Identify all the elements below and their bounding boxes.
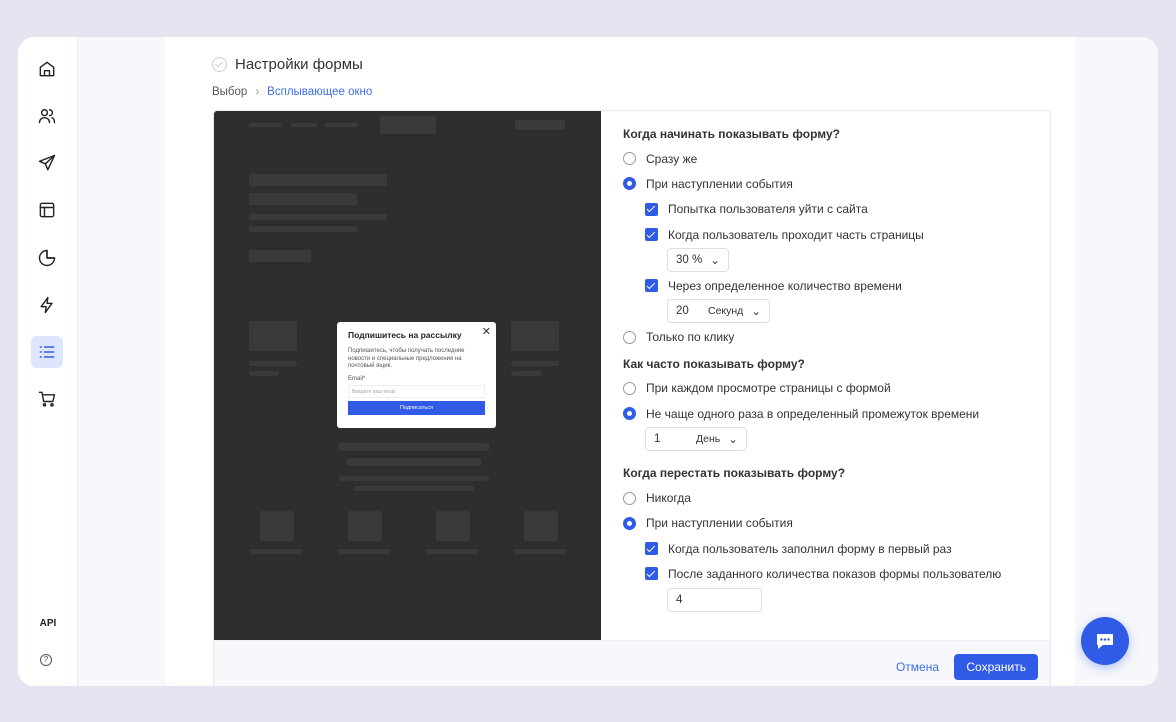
time-unit[interactable]: Секунд bbox=[708, 305, 743, 317]
label: Сразу же bbox=[646, 151, 698, 166]
layout-icon bbox=[39, 202, 55, 218]
label: Попытка пользователя уйти с сайта bbox=[668, 202, 868, 217]
chevron-down-icon: ⌄ bbox=[710, 255, 720, 268]
checkbox-checked-icon bbox=[645, 567, 658, 581]
radio-icon bbox=[623, 381, 636, 395]
nav-analytics[interactable] bbox=[31, 242, 63, 274]
radio-checked-icon bbox=[623, 516, 636, 530]
chat-button[interactable] bbox=[1081, 617, 1129, 665]
page-title: Настройки формы bbox=[212, 56, 363, 73]
q-start: Когда начинать показывать форму? bbox=[623, 127, 840, 141]
radio-every-view[interactable]: При каждом просмотре страницы с формой bbox=[623, 376, 1001, 401]
cancel-button[interactable]: Отмена bbox=[896, 660, 939, 674]
scroll-percent-select[interactable]: 30 % ⌄ bbox=[667, 248, 729, 273]
checkbox-filled-form[interactable]: Когда пользователь заполнил форму в перв… bbox=[623, 536, 1001, 561]
time-value-input[interactable]: 20 bbox=[676, 305, 700, 317]
close-icon: ✕ bbox=[481, 326, 491, 338]
popup-email-label: Email* bbox=[348, 375, 366, 382]
popup-subscribe-button: Подписаться bbox=[348, 400, 485, 415]
cart-icon bbox=[38, 391, 56, 407]
main-content: Настройки формы Выбор › Всплывающее окно ✕… bbox=[165, 37, 1075, 686]
show-count-input[interactable]: 4 bbox=[667, 587, 762, 612]
checkbox-checked-icon bbox=[645, 202, 658, 216]
checkbox-exit-intent[interactable]: Попытка пользователя уйти с сайта bbox=[623, 197, 1001, 222]
popup-title: Подпишитесь на рассылку bbox=[348, 330, 462, 340]
period-select[interactable]: 1 День ⌄ bbox=[645, 427, 747, 452]
period-value-input[interactable]: 1 bbox=[654, 433, 688, 445]
nav-templates[interactable] bbox=[31, 194, 63, 226]
breadcrumb-choice[interactable]: Выбор bbox=[212, 86, 247, 98]
radio-checked-icon bbox=[623, 177, 636, 191]
radio-never[interactable]: Никогда bbox=[623, 485, 1001, 510]
nav-forms[interactable] bbox=[31, 336, 63, 368]
nav-automation[interactable] bbox=[31, 289, 63, 321]
label: При наступлении события bbox=[646, 516, 793, 531]
label: При наступлении события bbox=[646, 176, 793, 191]
api-link[interactable]: API bbox=[18, 618, 78, 629]
radio-on-click[interactable]: Только по клику bbox=[623, 324, 1001, 349]
help-icon[interactable]: ? bbox=[40, 654, 52, 666]
popup-preview: ✕ Подпишитесь на рассылку Подпишитесь, ч… bbox=[337, 322, 496, 428]
list-icon bbox=[39, 346, 55, 358]
send-icon bbox=[38, 154, 56, 171]
q-stop: Когда перестать показывать форму? bbox=[623, 466, 846, 481]
breadcrumb-current[interactable]: Всплывающее окно bbox=[267, 86, 372, 98]
display-settings: Когда начинать показывать форму? Сразу ж… bbox=[623, 127, 1001, 613]
nav-home[interactable] bbox=[31, 53, 63, 85]
radio-icon bbox=[623, 330, 636, 344]
pie-chart-icon bbox=[38, 249, 56, 267]
chevron-right-icon: › bbox=[255, 86, 260, 98]
nav-ecommerce[interactable] bbox=[31, 383, 63, 415]
label: После заданного количества показов формы… bbox=[668, 566, 1002, 581]
label: Только по клику bbox=[646, 330, 735, 345]
popup-email-input: Введите ваш email bbox=[348, 384, 485, 398]
label: Когда пользователь проходит часть страни… bbox=[668, 227, 924, 242]
radio-checked-icon bbox=[623, 407, 636, 421]
checkbox-show-count[interactable]: После заданного количества показов формы… bbox=[623, 561, 1001, 586]
chevron-down-icon: ⌄ bbox=[751, 306, 761, 319]
users-icon bbox=[38, 109, 56, 124]
label: Не чаще одного раза в определенный проме… bbox=[646, 406, 980, 421]
label: При каждом просмотре страницы с формой bbox=[646, 381, 891, 396]
period-unit[interactable]: День bbox=[696, 433, 720, 445]
checkbox-time[interactable]: Через определенное количество времени bbox=[623, 273, 1001, 298]
label: Никогда bbox=[646, 491, 691, 506]
nav-users[interactable] bbox=[31, 100, 63, 132]
checkbox-checked-icon bbox=[645, 542, 658, 556]
nav-campaigns[interactable] bbox=[31, 147, 63, 179]
sidebar: API ? bbox=[18, 37, 78, 686]
form-settings-card: ✕ Подпишитесь на рассылку Подпишитесь, ч… bbox=[213, 110, 1051, 686]
checkbox-checked-icon bbox=[645, 228, 658, 242]
chevron-down-icon: ⌄ bbox=[728, 434, 738, 447]
checkbox-checked-icon bbox=[645, 279, 658, 293]
radio-stop-on-event[interactable]: При наступлении события bbox=[623, 511, 1001, 536]
chat-icon bbox=[1097, 634, 1113, 649]
label: Когда пользователь заполнил форму в перв… bbox=[668, 541, 952, 556]
card-footer: Отмена Сохранить bbox=[214, 640, 1050, 686]
home-icon bbox=[39, 61, 55, 77]
checkbox-scroll[interactable]: Когда пользователь проходит часть страни… bbox=[623, 222, 1001, 247]
breadcrumb: Выбор › Всплывающее окно bbox=[212, 86, 372, 98]
radio-icon bbox=[623, 491, 636, 505]
popup-text: Подпишитесь, чтобы получать последние но… bbox=[348, 348, 465, 369]
radio-once-per-period[interactable]: Не чаще одного раза в определенный проме… bbox=[623, 401, 1001, 426]
radio-on-event[interactable]: При наступлении события bbox=[623, 171, 1001, 196]
app-window: API ? Настройки формы Выбор › Всплывающее … bbox=[18, 37, 1158, 686]
label: Через определенное количество времени bbox=[668, 278, 902, 293]
page-title-text: Настройки формы bbox=[235, 56, 363, 73]
q-frequency: Как часто показывать форму? bbox=[623, 356, 805, 371]
lightning-icon bbox=[40, 296, 53, 314]
time-select[interactable]: 20 Секунд ⌄ bbox=[667, 299, 770, 324]
radio-immediately[interactable]: Сразу же bbox=[623, 146, 1001, 171]
radio-icon bbox=[623, 152, 636, 166]
value: 30 % bbox=[676, 254, 703, 267]
save-button[interactable]: Сохранить bbox=[954, 654, 1038, 680]
check-circle-icon bbox=[212, 57, 227, 72]
form-preview: ✕ Подпишитесь на рассылку Подпишитесь, ч… bbox=[214, 111, 601, 640]
